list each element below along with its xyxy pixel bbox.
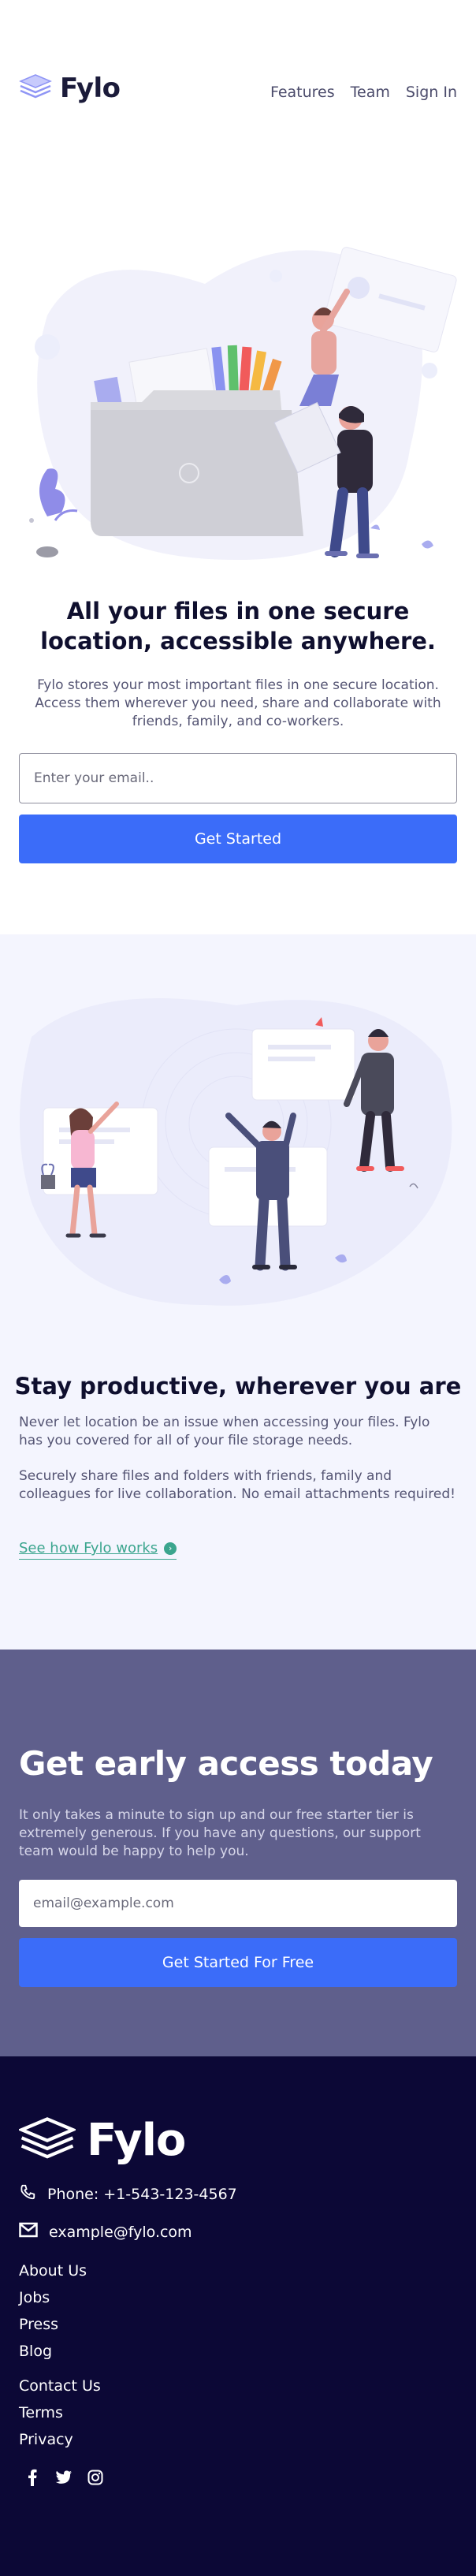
early-access-title: Get early access today: [19, 1744, 433, 1783]
layers-logo-icon: [19, 73, 52, 103]
footer-link-about[interactable]: About Us: [19, 2262, 457, 2280]
productive-section: Stay productive, wherever you are Never …: [0, 934, 476, 1650]
footer-links-1: About Us Jobs Press Blog: [19, 2262, 457, 2360]
productive-paragraph-2: Securely share files and folders with fr…: [19, 1468, 456, 1502]
see-how-link[interactable]: See how Fylo works ›: [19, 1540, 177, 1560]
footer-link-terms[interactable]: Terms: [19, 2404, 457, 2421]
early-access-description: It only takes a minute to sign up and ou…: [19, 1807, 421, 1859]
footer-phone: Phone: +1-543-123-4567: [19, 2183, 457, 2205]
get-started-button[interactable]: Get Started: [19, 815, 457, 863]
footer-email-text: example@fylo.com: [49, 2223, 192, 2241]
see-how-link-label: See how Fylo works: [19, 1540, 158, 1556]
footer-links-2: Contact Us Terms Privacy: [19, 2377, 457, 2448]
hero-section: All your files in one secure location, a…: [0, 189, 476, 863]
productive-paragraph-1: Never let location be an issue when acce…: [19, 1415, 430, 1448]
footer-link-press[interactable]: Press: [19, 2316, 457, 2333]
footer-email: example@fylo.com: [19, 2222, 457, 2242]
facebook-icon[interactable]: [24, 2469, 41, 2486]
layers-logo-icon: [17, 2116, 77, 2165]
nav-features[interactable]: Features: [270, 84, 335, 101]
early-access-section: Get early access today It only takes a m…: [0, 1650, 476, 2056]
footer-link-jobs[interactable]: Jobs: [19, 2289, 457, 2306]
nav-sign-in[interactable]: Sign In: [406, 84, 457, 101]
hero-title: All your files in one secure location, a…: [40, 598, 436, 654]
productive-title: Stay productive, wherever you are: [14, 1373, 462, 1400]
early-email-input[interactable]: email@example.com: [19, 1880, 457, 1927]
site-footer: Fylo Phone: +1-543-123-4567 example@fylo…: [0, 2056, 476, 2576]
instagram-icon[interactable]: [87, 2469, 104, 2486]
hero-email-input[interactable]: Enter your email..: [19, 753, 457, 803]
early-email-placeholder: email@example.com: [33, 1896, 174, 1911]
nav-team[interactable]: Team: [351, 84, 390, 101]
arrow-right-icon: ›: [164, 1541, 177, 1555]
email-icon: [19, 2222, 38, 2242]
brand-logo[interactable]: Fylo: [19, 73, 121, 104]
footer-link-contact[interactable]: Contact Us: [19, 2377, 457, 2395]
footer-brand[interactable]: Fylo: [17, 2115, 457, 2166]
footer-link-privacy[interactable]: Privacy: [19, 2431, 457, 2448]
site-header: Fylo Features Team Sign In: [0, 0, 476, 189]
productive-illustration: [0, 934, 476, 1352]
brand-name: Fylo: [60, 73, 121, 104]
hero-signup-form: Enter your email.. Get Started: [0, 731, 476, 863]
social-links: [19, 2469, 457, 2486]
hero-email-placeholder: Enter your email..: [34, 770, 154, 786]
phone-icon: [19, 2183, 36, 2205]
early-access-form: email@example.com Get Started For Free: [19, 1861, 457, 1987]
hero-illustration: [0, 189, 476, 583]
twitter-icon[interactable]: [55, 2469, 73, 2486]
footer-brand-name: Fylo: [87, 2115, 186, 2166]
get-started-free-button[interactable]: Get Started For Free: [19, 1938, 457, 1987]
hero-description: Fylo stores your most important files in…: [35, 677, 441, 729]
footer-phone-text: Phone: +1-543-123-4567: [47, 2185, 237, 2203]
main-nav: Features Team Sign In: [270, 84, 457, 101]
footer-link-blog[interactable]: Blog: [19, 2343, 457, 2360]
